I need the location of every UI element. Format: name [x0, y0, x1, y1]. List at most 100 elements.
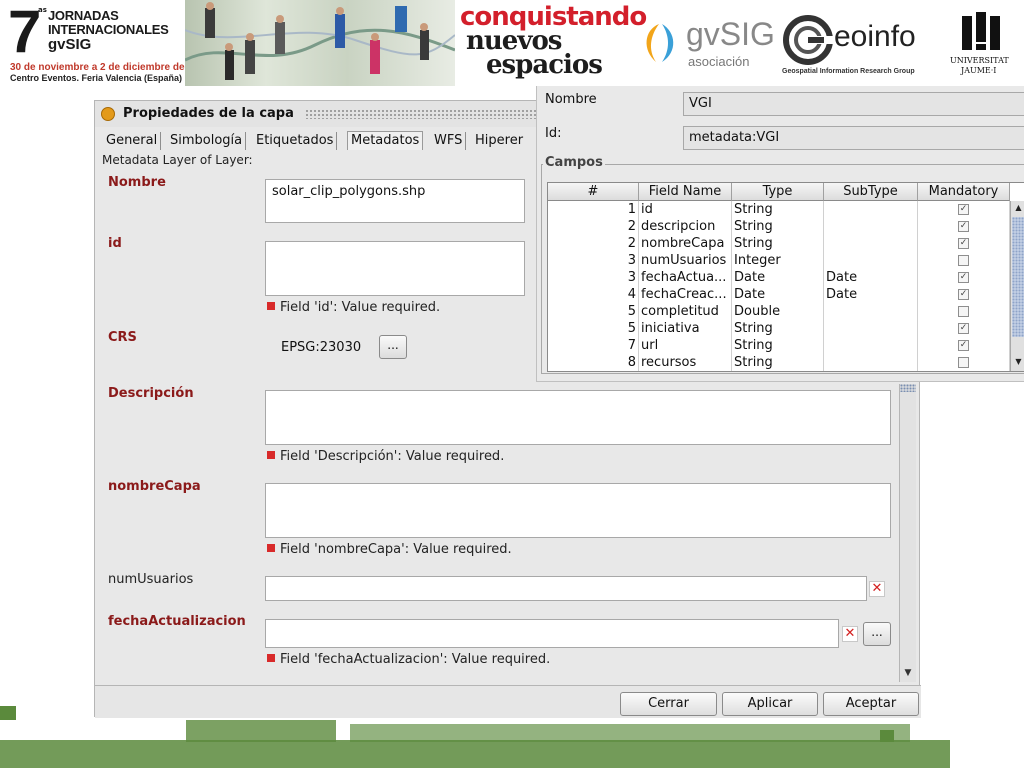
- fechaactualizacion-label: fechaActualizacion: [108, 614, 246, 629]
- table-row[interactable]: 4 fechaCreac... Date Date ✓: [548, 286, 1010, 303]
- table-row[interactable]: 1 id String ✓: [548, 201, 1010, 218]
- nombrecapa-field[interactable]: [265, 483, 891, 538]
- cell-name: id: [639, 201, 732, 218]
- cell-num: 4: [548, 286, 639, 303]
- cell-type: String: [732, 235, 824, 252]
- column-header-subtype[interactable]: SubType: [824, 183, 918, 201]
- cell-num: 2: [548, 235, 639, 252]
- event-banner: 7 as JORNADAS INTERNACIONALES gvSIG 30 d…: [0, 0, 1024, 86]
- table-scrollbar[interactable]: ▲ ▼: [1010, 201, 1024, 371]
- form-scrollbar[interactable]: ▼: [899, 384, 916, 682]
- cell-mandatory: ✓: [918, 235, 1010, 252]
- uji-line1: UNIVERSITAT: [950, 56, 1009, 65]
- nombrecapa-error-text: Field 'nombreCapa': Value required.: [280, 542, 512, 557]
- schema-id-field[interactable]: metadata:VGI: [683, 126, 1024, 150]
- crs-select-button[interactable]: ...: [379, 335, 407, 359]
- column-header-num[interactable]: #: [548, 183, 639, 201]
- cell-type: Double: [732, 303, 824, 320]
- campos-title: Campos: [543, 155, 605, 170]
- mandatory-checkbox[interactable]: ✓: [958, 340, 969, 351]
- clear-icon[interactable]: ✕: [842, 626, 858, 642]
- jornadas-line2: INTERNACIONALES: [48, 22, 169, 37]
- numusuarios-field[interactable]: [265, 576, 867, 601]
- cell-subtype: [824, 201, 918, 218]
- date-picker-button[interactable]: ...: [863, 622, 891, 646]
- table-row[interactable]: 2 descripcion String ✓: [548, 218, 1010, 235]
- mandatory-checkbox[interactable]: ✓: [958, 204, 969, 215]
- mandatory-checkbox[interactable]: ✓: [958, 272, 969, 283]
- id-field[interactable]: [265, 241, 525, 296]
- mandatory-checkbox[interactable]: ✓: [958, 238, 969, 249]
- cell-name: fechaActua...: [639, 269, 732, 286]
- mandatory-checkbox[interactable]: [958, 306, 969, 317]
- cell-type: String: [732, 201, 824, 218]
- fechaactualizacion-field[interactable]: [265, 619, 839, 648]
- cell-type: String: [732, 320, 824, 337]
- cell-name: recursos: [639, 354, 732, 371]
- mandatory-checkbox[interactable]: ✓: [958, 323, 969, 334]
- scroll-up-icon[interactable]: ▲: [1011, 201, 1024, 215]
- mandatory-checkbox[interactable]: ✓: [958, 221, 969, 232]
- error-square-icon: [267, 302, 275, 310]
- scroll-thumb[interactable]: [1012, 217, 1024, 337]
- table-row[interactable]: 5 completitud Double: [548, 303, 1010, 320]
- table-row[interactable]: 7 url String ✓: [548, 337, 1010, 354]
- tab-wfs[interactable]: WFS: [431, 132, 467, 150]
- nombre-field[interactable]: solar_clip_polygons.shp: [265, 179, 525, 223]
- fechaactualizacion-error: Field 'fechaActualizacion': Value requir…: [267, 652, 550, 667]
- scroll-down-icon[interactable]: ▼: [1011, 355, 1024, 369]
- close-button[interactable]: Cerrar: [620, 692, 717, 716]
- table-row[interactable]: 3 numUsuarios Integer: [548, 252, 1010, 269]
- id-label: id: [108, 236, 122, 251]
- tab-metadatos[interactable]: Metadatos: [347, 131, 424, 150]
- event-dates: 30 de noviembre a 2 de diciembre de 2011: [10, 62, 209, 73]
- scroll-thumb[interactable]: [900, 384, 916, 392]
- tab-etiquetados[interactable]: Etiquetados: [253, 132, 338, 150]
- table-row[interactable]: 2 nombreCapa String ✓: [548, 235, 1010, 252]
- column-header-mandatory[interactable]: Mandatory: [918, 183, 1010, 201]
- column-header-type[interactable]: Type: [732, 183, 824, 201]
- id-error-text: Field 'id': Value required.: [280, 300, 441, 315]
- accept-button[interactable]: Aceptar: [823, 692, 919, 716]
- apply-button[interactable]: Aplicar: [722, 692, 818, 716]
- table-row[interactable]: 5 iniciativa String ✓: [548, 320, 1010, 337]
- scroll-down-icon[interactable]: ▼: [900, 666, 916, 680]
- table-row[interactable]: 8 recursos String: [548, 354, 1010, 371]
- tab-general[interactable]: General: [103, 132, 162, 150]
- numusuarios-label: numUsuarios: [108, 572, 194, 587]
- cell-mandatory: ✓: [918, 201, 1010, 218]
- cell-mandatory: [918, 303, 1010, 320]
- cell-type: String: [732, 337, 824, 354]
- cell-num: 5: [548, 320, 639, 337]
- descripcion-label: Descripción: [108, 386, 194, 401]
- column-header-field-name[interactable]: Field Name: [639, 183, 732, 201]
- tab-hiperenlace[interactable]: Hiperer: [472, 132, 526, 150]
- mandatory-checkbox[interactable]: ✓: [958, 289, 969, 300]
- crs-label: CRS: [108, 330, 137, 345]
- clear-icon[interactable]: ✕: [869, 581, 885, 597]
- edition-number: 7: [8, 0, 42, 65]
- cell-mandatory: [918, 354, 1010, 371]
- geoinfo-logo-icon: [783, 15, 834, 65]
- descripcion-field[interactable]: [265, 390, 891, 445]
- fields-table: # Field Name Type SubType Mandatory 1 id S…: [547, 182, 1024, 372]
- mandatory-checkbox[interactable]: [958, 255, 969, 266]
- edition-suffix: as: [38, 6, 47, 14]
- cell-mandatory: ✓: [918, 320, 1010, 337]
- schema-id-label: Id:: [545, 126, 562, 141]
- nombrecapa-label: nombreCapa: [108, 479, 201, 494]
- geoinfo-name: eoinfo: [834, 20, 916, 53]
- schema-nombre-field[interactable]: VGI: [683, 92, 1024, 116]
- tab-simbologia[interactable]: Simbología: [167, 132, 247, 150]
- decor-block: [0, 706, 16, 720]
- nombrecapa-error: Field 'nombreCapa': Value required.: [267, 542, 512, 557]
- gvsig-logo-icon: [646, 24, 674, 62]
- uji-line2: JAUME·I: [961, 66, 997, 75]
- table-row[interactable]: 3 fechaActua... Date Date ✓: [548, 269, 1010, 286]
- nombre-label: Nombre: [108, 175, 166, 190]
- mandatory-checkbox[interactable]: [958, 357, 969, 368]
- cell-subtype: [824, 218, 918, 235]
- cell-subtype: [824, 303, 918, 320]
- cell-type: Integer: [732, 252, 824, 269]
- cell-num: 5: [548, 303, 639, 320]
